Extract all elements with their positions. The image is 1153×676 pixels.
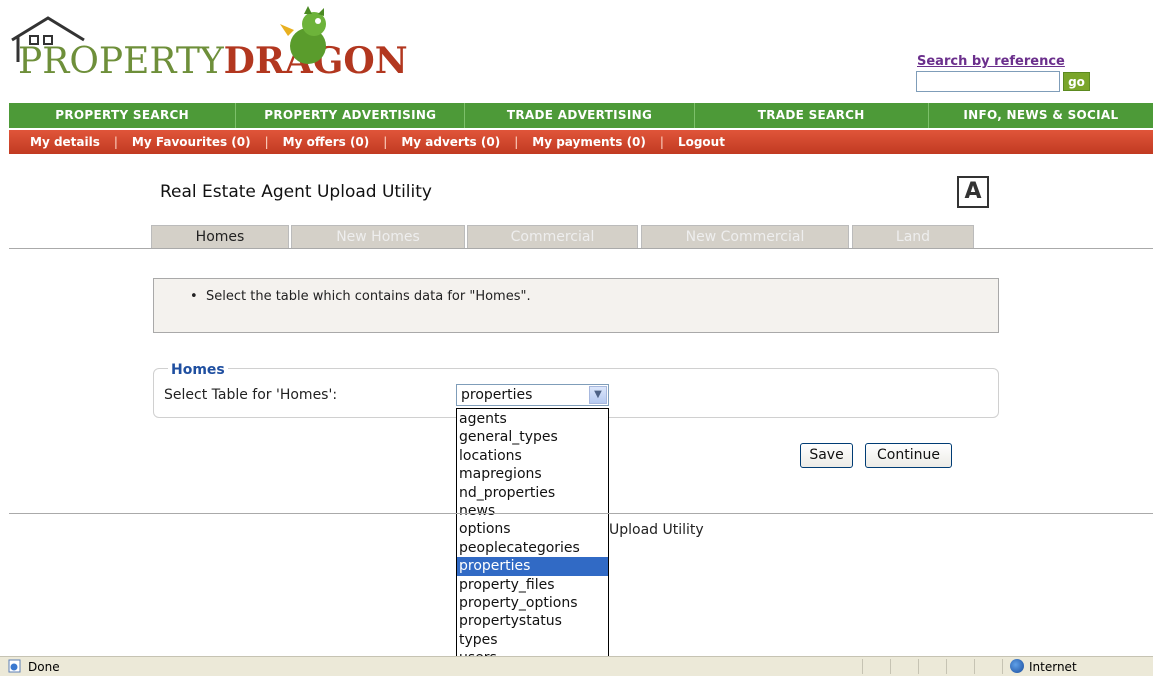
nav-my-favourites[interactable]: My Favourites (0) bbox=[132, 135, 251, 149]
nav-trade-advertising[interactable]: TRADE ADVERTISING bbox=[465, 103, 695, 128]
tab-land[interactable]: Land bbox=[852, 225, 974, 248]
info-box bbox=[153, 278, 999, 333]
dropdown-option-locations[interactable]: locations bbox=[457, 447, 608, 465]
dropdown-option-general-types[interactable]: general_types bbox=[457, 428, 608, 446]
status-text: Done bbox=[28, 660, 60, 674]
security-zone-text: Internet bbox=[1029, 660, 1077, 674]
save-button[interactable]: Save bbox=[800, 443, 853, 468]
dropdown-option-types[interactable]: types bbox=[457, 631, 608, 649]
nav-separator: | bbox=[659, 135, 664, 149]
browser-status-bar bbox=[0, 656, 1153, 676]
info-bullet: • bbox=[190, 289, 198, 304]
search-by-reference-link[interactable]: Search by reference bbox=[917, 54, 1065, 69]
nav-info-news-social[interactable]: INFO, NEWS & SOCIAL bbox=[929, 103, 1153, 128]
dropdown-option-agents[interactable]: agents bbox=[457, 410, 608, 428]
dropdown-option-property-files[interactable]: property_files bbox=[457, 576, 608, 594]
status-divider bbox=[1002, 659, 1003, 674]
dropdown-option-propertystatus[interactable]: propertystatus bbox=[457, 612, 608, 630]
nav-separator: | bbox=[264, 135, 269, 149]
page-icon bbox=[8, 659, 21, 673]
nav-logout[interactable]: Logout bbox=[678, 135, 725, 149]
footer-text: Upload Utility bbox=[609, 522, 704, 538]
footer-divider bbox=[9, 513, 1153, 514]
nav-separator: | bbox=[383, 135, 388, 149]
site-logo[interactable]: PROPERTYDRAGON bbox=[18, 40, 408, 82]
dragon-mascot-icon bbox=[280, 6, 326, 64]
nav-my-adverts[interactable]: My adverts (0) bbox=[401, 135, 500, 149]
go-button[interactable]: go bbox=[1063, 72, 1090, 91]
nav-property-advertising[interactable]: PROPERTY ADVERTISING bbox=[236, 103, 466, 128]
font-size-button[interactable]: A bbox=[957, 176, 989, 208]
status-divider bbox=[918, 659, 919, 674]
nav-my-payments[interactable]: My payments (0) bbox=[532, 135, 646, 149]
nav-my-details[interactable]: My details bbox=[30, 135, 100, 149]
continue-button[interactable]: Continue bbox=[865, 443, 952, 468]
status-divider bbox=[946, 659, 947, 674]
nav-my-offers[interactable]: My offers (0) bbox=[283, 135, 370, 149]
tab-homes[interactable]: Homes bbox=[151, 225, 289, 248]
status-divider bbox=[974, 659, 975, 674]
logo-text-property: PROPERTY bbox=[18, 41, 224, 82]
status-divider bbox=[862, 659, 863, 674]
dropdown-option-peoplecategories[interactable]: peoplecategories bbox=[457, 539, 608, 557]
nav-separator: | bbox=[514, 135, 519, 149]
dropdown-option-properties[interactable]: properties bbox=[457, 557, 608, 576]
tab-new-commercial[interactable]: New Commercial bbox=[641, 225, 849, 248]
nav-trade-search[interactable]: TRADE SEARCH bbox=[695, 103, 929, 128]
page-title: Real Estate Agent Upload Utility bbox=[160, 182, 432, 202]
user-navigation: My details | My Favourites (0) | My offe… bbox=[9, 130, 1153, 154]
table-select-value: properties bbox=[461, 387, 533, 403]
chevron-down-icon[interactable]: ▼ bbox=[589, 386, 607, 404]
internet-globe-icon bbox=[1010, 659, 1024, 673]
tab-commercial[interactable]: Commercial bbox=[467, 225, 638, 248]
tab-divider bbox=[9, 248, 1153, 249]
dropdown-option-options[interactable]: options bbox=[457, 520, 608, 538]
status-divider bbox=[890, 659, 891, 674]
main-navigation: PROPERTY SEARCH PROPERTY ADVERTISING TRA… bbox=[9, 103, 1153, 128]
select-table-label: Select Table for 'Homes': bbox=[164, 387, 338, 403]
tab-new-homes[interactable]: New Homes bbox=[291, 225, 465, 248]
dropdown-option-mapregions[interactable]: mapregions bbox=[457, 465, 608, 483]
nav-property-search[interactable]: PROPERTY SEARCH bbox=[9, 103, 237, 128]
homes-legend: Homes bbox=[168, 362, 228, 378]
info-text: Select the table which contains data for… bbox=[206, 289, 531, 304]
dropdown-option-news[interactable]: news bbox=[457, 502, 608, 520]
reference-search-input[interactable] bbox=[916, 71, 1060, 92]
dropdown-option-nd-properties[interactable]: nd_properties bbox=[457, 484, 608, 502]
nav-separator: | bbox=[113, 135, 118, 149]
dropdown-option-property-options[interactable]: property_options bbox=[457, 594, 608, 612]
